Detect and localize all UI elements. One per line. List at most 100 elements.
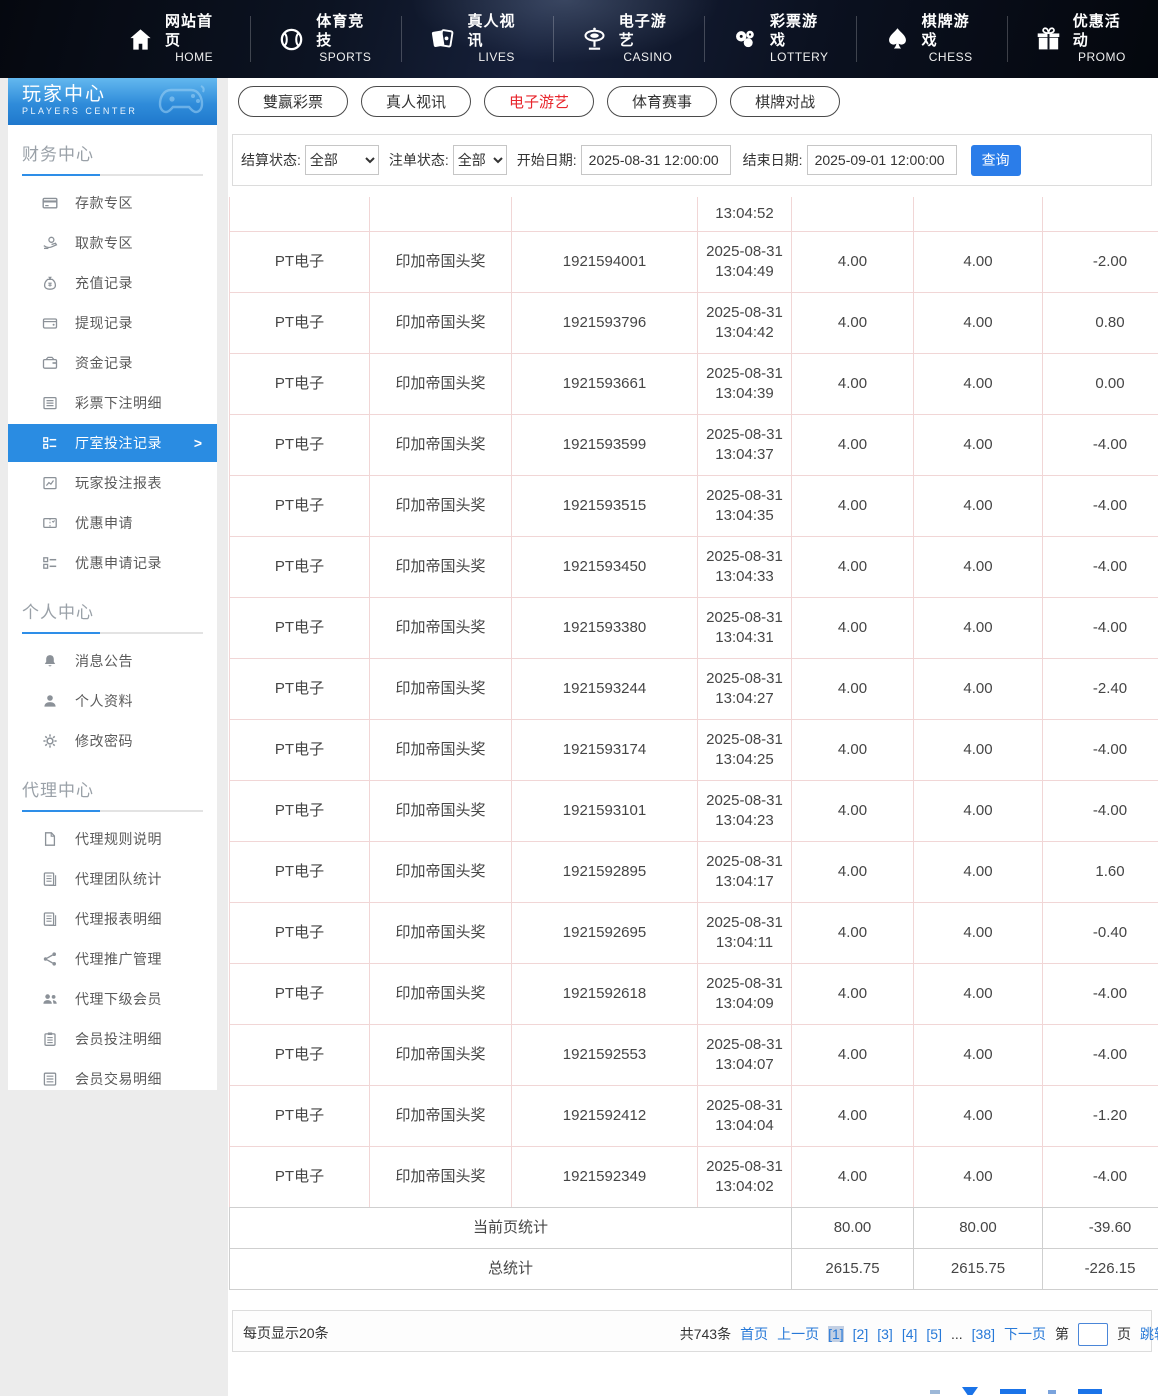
page-link[interactable]: [5] (926, 1326, 942, 1342)
sidebar-item[interactable]: 代理规则说明 (8, 819, 217, 859)
stats-result: -39.60 (1043, 1207, 1158, 1248)
next-page-link[interactable]: 下一页 (1004, 1324, 1046, 1344)
table-row-partial: 13:04:52 (230, 197, 1158, 231)
page-link[interactable]: [3] (877, 1326, 893, 1342)
page-link[interactable]: [1] (828, 1326, 844, 1342)
sidebar-item[interactable]: 会员投注明细 (8, 1019, 217, 1059)
query-button[interactable]: 查询 (971, 145, 1021, 176)
tab-棋牌对战[interactable]: 棋牌对战 (730, 86, 840, 117)
cell-order-no: 1921593796 (512, 292, 698, 353)
nav-item-sports[interactable]: 体育竞技SPORTS (251, 16, 402, 62)
cell-win-loss: 0.00 (1043, 353, 1158, 414)
nav-item-lottery[interactable]: 彩票游戏LOTTERY (705, 16, 857, 62)
cell-win-loss: -0.40 (1043, 902, 1158, 963)
stats-label: 当前页统计 (230, 1207, 792, 1248)
nav-label-zh: 棋牌游戏 (922, 13, 980, 51)
cell-game-name: 印加帝国头奖 (370, 1146, 512, 1207)
cell-game-name: 印加帝国头奖 (370, 963, 512, 1024)
nav-label-en: HOME (175, 50, 213, 65)
first-page-link[interactable]: 首页 (740, 1324, 768, 1344)
nav-item-casino[interactable]: 电子游艺CASINO (554, 16, 705, 62)
bets-table: 13:04:52PT电子印加帝国头奖19215940012025-08-3113… (229, 197, 1158, 1290)
sidebar-item[interactable]: 代理报表明细 (8, 899, 217, 939)
stats-bet: 80.00 (792, 1207, 914, 1248)
sidebar-item[interactable]: 玩家投注报表 (8, 463, 217, 503)
nav-label-zh: 真人视讯 (467, 13, 525, 51)
table-row: PT电子印加帝国头奖19215936612025-08-3113:04:394.… (230, 353, 1158, 414)
sidebar-header: 玩家中心 PLAYERS CENTER (8, 78, 217, 125)
cell-bet-amount: 4.00 (792, 1085, 914, 1146)
cell-valid-amount: 4.00 (914, 536, 1043, 597)
gear-icon (41, 733, 58, 750)
cell-game: PT电子 (230, 597, 370, 658)
cell-bet-amount: 4.00 (792, 1146, 914, 1207)
sidebar-item[interactable]: 厅室投注记录> (8, 424, 217, 462)
sidebar-item[interactable]: 提现记录 (8, 303, 217, 343)
table-row: PT电子印加帝国头奖19215928952025-08-3113:04:174.… (230, 841, 1158, 902)
page-link[interactable]: [2] (853, 1326, 869, 1342)
cell-datetime: 2025-08-3113:04:07 (698, 1024, 792, 1085)
cell-datetime: 2025-08-3113:04:02 (698, 1146, 792, 1207)
cell-valid-amount: 4.00 (914, 719, 1043, 780)
sidebar-item[interactable]: 个人资料 (8, 681, 217, 721)
sidebar-item[interactable]: 修改密码 (8, 721, 217, 761)
sidebar-item[interactable]: 会员交易明细 (8, 1059, 217, 1099)
cell-valid-amount: 4.00 (914, 841, 1043, 902)
sidebar-item-label: 彩票下注明细 (75, 393, 162, 413)
nav-item-lives[interactable]: 真人视讯LIVES (402, 16, 553, 62)
prev-page-link[interactable]: 上一页 (777, 1324, 819, 1344)
cell-valid-amount: 4.00 (914, 1024, 1043, 1085)
jump-button[interactable]: 跳转 (1140, 1324, 1158, 1344)
nav-item-promo[interactable]: 优惠活动PROMO (1008, 16, 1158, 62)
cell-order-no: 1921593380 (512, 597, 698, 658)
cell-valid-amount: 4.00 (914, 231, 1043, 292)
page-link[interactable]: [4] (902, 1326, 918, 1342)
cell-game: PT电子 (230, 780, 370, 841)
cell-datetime: 2025-08-3113:04:04 (698, 1085, 792, 1146)
sidebar-item[interactable]: 代理下级会员 (8, 979, 217, 1019)
cell-bet-amount: 4.00 (792, 1024, 914, 1085)
cell-bet-amount: 4.00 (792, 780, 914, 841)
bell-icon (41, 653, 58, 670)
sidebar-item[interactable]: 资金记录 (8, 343, 217, 383)
jump-page-input[interactable] (1078, 1323, 1108, 1346)
cell-valid-amount: 4.00 (914, 902, 1043, 963)
cell-game-name: 印加帝国头奖 (370, 1024, 512, 1085)
sidebar-item[interactable]: 代理团队统计 (8, 859, 217, 899)
settle-status-select[interactable]: 全部 (305, 145, 379, 175)
sidebar-item[interactable]: 充值记录 (8, 263, 217, 303)
nav-label-en: LIVES (478, 50, 515, 65)
sidebar-item[interactable]: 代理推广管理 (8, 939, 217, 979)
sidebar-item[interactable]: 取款专区 (8, 223, 217, 263)
nav-item-chess[interactable]: 棋牌游戏CHESS (857, 16, 1008, 62)
cell-datetime: 2025-08-3113:04:49 (698, 231, 792, 292)
sidebar-item[interactable]: 存款专区 (8, 183, 217, 223)
cell-win-loss: -4.00 (1043, 536, 1158, 597)
stats-bet: 2615.75 (792, 1248, 914, 1289)
cell-bet-amount: 4.00 (792, 353, 914, 414)
tab-雙赢彩票[interactable]: 雙赢彩票 (238, 86, 348, 117)
cell-game-name: 印加帝国头奖 (370, 902, 512, 963)
wallet-icon (41, 315, 58, 332)
nav-item-home[interactable]: 网站首页HOME (100, 16, 251, 62)
end-date-input[interactable] (807, 145, 957, 175)
sidebar-item[interactable]: 优惠申请 (8, 503, 217, 543)
cell-bet-amount: 4.00 (792, 292, 914, 353)
sidebar-item[interactable]: 消息公告 (8, 641, 217, 681)
cell-datetime: 2025-08-3113:04:11 (698, 902, 792, 963)
doc-lines-icon (41, 1071, 58, 1088)
cell-order-no: 1921592412 (512, 1085, 698, 1146)
cell-order-no: 1921593174 (512, 719, 698, 780)
tab-真人视讯[interactable]: 真人视讯 (361, 86, 471, 117)
start-date-input[interactable] (581, 145, 731, 175)
sidebar-item[interactable]: 优惠申请记录 (8, 543, 217, 583)
sidebar-item[interactable]: 彩票下注明细 (8, 383, 217, 423)
order-status-select[interactable]: 全部 (453, 145, 507, 175)
cell-game-name: 印加帝国头奖 (370, 658, 512, 719)
cell-order-no: 1921593515 (512, 475, 698, 536)
cell-game-name: 印加帝国头奖 (370, 292, 512, 353)
last-page-link[interactable]: [38] (972, 1326, 995, 1342)
tab-体育赛事[interactable]: 体育赛事 (607, 86, 717, 117)
start-date-label: 开始日期: (517, 150, 577, 170)
tab-电子游艺[interactable]: 电子游艺 (484, 86, 594, 117)
